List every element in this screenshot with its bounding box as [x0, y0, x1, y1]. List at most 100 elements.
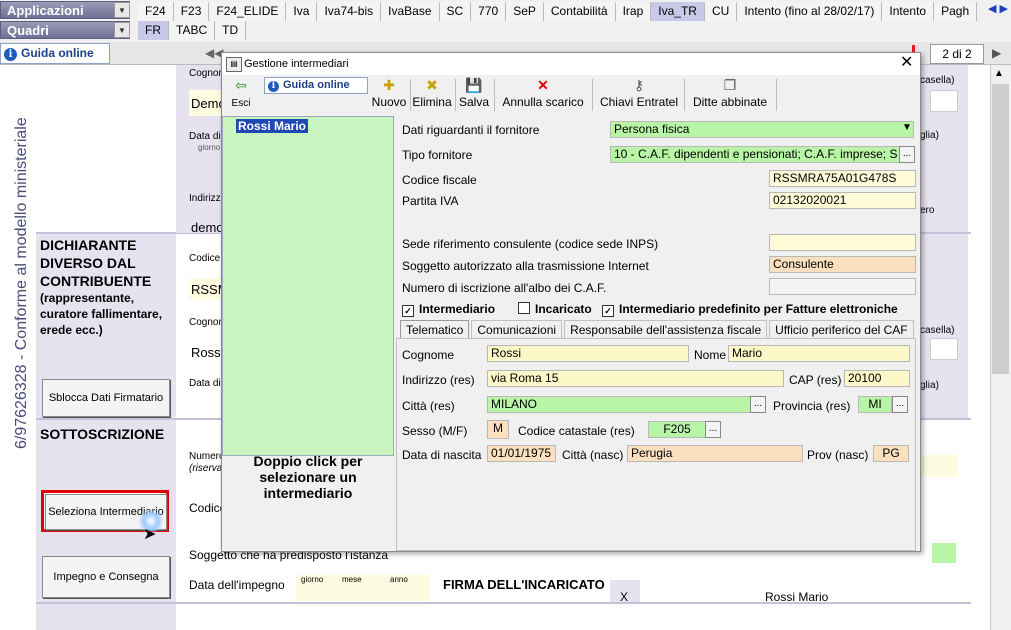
dialog-guida-label: Guida online [283, 79, 350, 91]
checkbox-icon[interactable] [518, 302, 530, 314]
scroll-tabs-icon[interactable]: ◀ ▶ [988, 2, 1008, 15]
tab-ufficio[interactable]: Ufficio periferico del CAF [769, 320, 914, 339]
sblocca-dati-button[interactable]: Sblocca Dati Firmatario [42, 379, 170, 417]
doc-demo2-value: demo [191, 220, 224, 235]
guida-online-button[interactable]: i Guida online [0, 43, 110, 64]
nome-field[interactable]: Mario [728, 345, 910, 362]
prov-nasc-field[interactable]: PG [873, 445, 909, 462]
soggetto-field[interactable]: Consulente [769, 256, 916, 273]
quadro-tab-0[interactable]: FR [138, 21, 169, 40]
dialog-toolbar: ⇦ Esci i Guida online ✚ Nuovo ✖ Elimina 💾… [222, 75, 920, 115]
piva-field[interactable]: 02132020021 [769, 192, 916, 209]
indirizzo-field[interactable]: via Roma 15 [487, 370, 784, 387]
soggetto-label: Soggetto autorizzato alla trasmissione I… [402, 259, 649, 273]
dialog-guida-online-button[interactable]: i Guida online [264, 77, 368, 94]
cancel-icon: ✕ [537, 77, 549, 93]
doc-data-label: Data di [189, 131, 221, 142]
citta-lookup-button[interactable]: ... [750, 396, 766, 413]
doc-glia-label: glia) [920, 130, 939, 141]
nome-label: Nome [694, 348, 727, 362]
nuovo-label: Nuovo [371, 95, 407, 109]
tab-9[interactable]: Contabilità [543, 2, 616, 21]
doc-casella-label: casella) [920, 75, 955, 86]
chevron-down-icon[interactable]: ▼ [899, 121, 915, 138]
tab-10[interactable]: Irap [615, 2, 652, 21]
tab-2[interactable]: F24_ELIDE [209, 2, 287, 21]
salva-button[interactable]: 💾 Salva [457, 77, 491, 113]
checkbox-checked-icon[interactable]: ✓ [602, 305, 614, 317]
tab-11[interactable]: Iva_TR [651, 2, 705, 21]
tab-3[interactable]: Iva [286, 2, 318, 21]
tab-5[interactable]: IvaBase [381, 2, 440, 21]
tab-14[interactable]: Intento [882, 2, 935, 21]
tipo-lookup-button[interactable]: ... [899, 146, 915, 163]
tab-0[interactable]: F24 [138, 2, 174, 21]
nascita-field[interactable]: 01/01/1975 [487, 445, 556, 462]
quadro-tab-1[interactable]: TABC [169, 21, 216, 40]
tab-4[interactable]: Iva74-bis [317, 2, 382, 21]
intermediari-list[interactable]: Rossi Mario [222, 116, 394, 456]
provincia-field[interactable]: MI [858, 396, 892, 413]
provincia-lookup-button[interactable]: ... [892, 396, 908, 413]
quadri-dropdown-icon[interactable]: ▼ [114, 22, 130, 38]
elimina-button[interactable]: ✖ Elimina [412, 77, 452, 113]
scrollbar-thumb[interactable] [992, 84, 1009, 374]
tab-13[interactable]: Intento (fino al 28/02/17) [737, 2, 883, 21]
divider-3 [36, 602, 971, 604]
albo-field[interactable] [769, 278, 916, 295]
scroll-up-icon[interactable]: ▲ [994, 68, 1004, 79]
toolbar-separator [410, 79, 411, 111]
citta-field[interactable]: MILANO [487, 396, 751, 413]
nascita-label: Data di nascita [402, 448, 482, 462]
applicazioni-dropdown-icon[interactable]: ▼ [114, 2, 130, 18]
guida-online-label: Guida online [21, 46, 94, 60]
tab-8[interactable]: SeP [506, 2, 544, 21]
tab-15[interactable]: Pagh [934, 2, 978, 21]
tab-7[interactable]: 770 [471, 2, 507, 21]
toolbar-separator [776, 79, 777, 111]
chk-predefinito[interactable]: ✓ Intermediario predefinito per Fatture e… [602, 302, 898, 317]
doc-casella2-box [930, 338, 958, 360]
chk-incaricato[interactable]: Incaricato [518, 302, 592, 316]
close-icon[interactable]: ✕ [900, 52, 913, 74]
sede-field[interactable] [769, 234, 916, 251]
annulla-scarico-button[interactable]: ✕ Annulla scarico [498, 77, 588, 113]
impegno-consegna-button[interactable]: Impegno e Consegna [42, 556, 170, 598]
list-item[interactable]: Rossi Mario [236, 119, 309, 133]
doc-mese-label: mese [342, 575, 362, 584]
cognome-field[interactable]: Rossi [487, 345, 689, 362]
ditte-abbinate-button[interactable]: ❐ Ditte abbinate [688, 77, 772, 113]
cf-field[interactable]: RSSMRA75A01G478S [769, 170, 916, 187]
chk-incaricato-label: Incaricato [535, 302, 592, 316]
cap-field[interactable]: 20100 [844, 370, 910, 387]
tab-responsabile[interactable]: Responsabile dell'assistenza fiscale [564, 320, 768, 339]
quadro-tab-2[interactable]: TD [215, 21, 247, 40]
doc-right-yellow [918, 455, 958, 477]
quadri-menu[interactable]: Quadri [0, 21, 130, 39]
catastale-label: Codice catastale (res) [518, 424, 635, 438]
tab-telematico[interactable]: Telematico [400, 320, 470, 339]
tab-6[interactable]: SC [439, 2, 472, 21]
catastale-field[interactable]: F205 [648, 421, 706, 438]
applicazioni-menu[interactable]: Applicazioni [0, 1, 130, 19]
chiavi-entratel-button[interactable]: ⚷ Chiavi Entratel [596, 77, 682, 113]
gestione-intermediari-dialog: ▤ Gestione intermediari ✕ ⇦ Esci i Guida … [221, 52, 921, 552]
doc-data2-label: Data di [189, 378, 221, 389]
chk-intermediario[interactable]: ✓ Intermediario [402, 302, 495, 317]
doc-ero-label: ero [920, 205, 935, 216]
nav-next-icon[interactable]: ▶ [992, 46, 1001, 60]
tipo-field[interactable]: 10 - C.A.F. dipendenti e pensionati; C.A… [610, 146, 900, 163]
catastale-lookup-button[interactable]: ... [705, 421, 721, 438]
checkbox-checked-icon[interactable]: ✓ [402, 305, 414, 317]
fornitore-select[interactable]: Persona fisica [610, 121, 914, 138]
esci-button[interactable]: ⇦ Esci [226, 77, 256, 113]
tab-1[interactable]: F23 [173, 2, 210, 21]
tab-comunicazioni[interactable]: Comunicazioni [471, 320, 563, 339]
salva-label: Salva [458, 95, 490, 109]
nuovo-button[interactable]: ✚ Nuovo [370, 77, 408, 113]
citta-nasc-field[interactable]: Perugia [627, 445, 803, 462]
exit-icon: ⇦ [235, 77, 247, 93]
sesso-field[interactable]: M [487, 420, 509, 439]
tab-12[interactable]: CU [704, 2, 738, 21]
doc-firma-nome: Rossi Mario [765, 590, 829, 604]
